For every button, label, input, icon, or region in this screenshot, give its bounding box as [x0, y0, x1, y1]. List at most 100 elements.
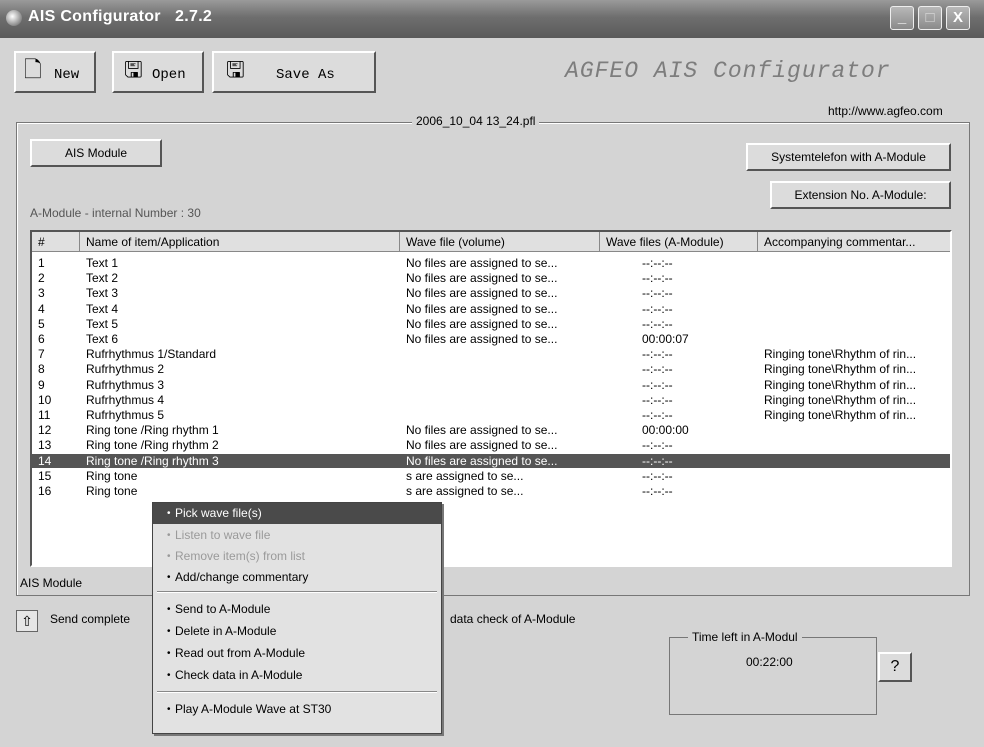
column-header-number[interactable]: # — [32, 232, 80, 252]
table-row[interactable]: 14 Ring tone /Ring rhythm 3 No files are a… — [32, 453, 950, 468]
ais-module-button[interactable]: AIS Module — [30, 139, 162, 167]
window-title: AIS Configurator 2.7.2 — [28, 8, 212, 26]
menu-item-remove-item-s-from-list: • Remove item(s) from list — [153, 546, 441, 567]
bullet-icon: • — [167, 670, 171, 681]
close-button[interactable]: X — [946, 6, 970, 30]
menu-item-label: Listen to wave file — [175, 528, 271, 542]
internal-number-label: A-Module - internal Number : 30 — [30, 206, 201, 220]
menu-item-pick-wave-file-s[interactable]: • Pick wave file(s) — [153, 503, 441, 524]
app-version: 2.7.2 — [175, 8, 213, 25]
menu-item-label: Remove item(s) from list — [175, 549, 306, 563]
cell-number: 5 — [38, 316, 45, 331]
table-row[interactable]: 10 Rufrhythmus 4 --:--:-- Ringing tone\Rhyt… — [32, 393, 950, 407]
cell-wave-file: No files are assigned to se... — [406, 316, 558, 331]
cell-wave-file: No files are assigned to se... — [406, 256, 558, 270]
cell-commentary: Ringing tone\Rhythm of rin... — [764, 408, 917, 422]
menu-item-label: Delete in A-Module — [175, 624, 277, 638]
minimize-button[interactable]: _ — [890, 6, 914, 30]
cell-wave-file: No files are assigned to se... — [406, 301, 558, 316]
brand-url[interactable]: http://www.agfeo.com — [828, 104, 943, 118]
cell-number: 1 — [38, 256, 45, 270]
data-check-label: data check of A-Module — [450, 612, 576, 626]
bullet-icon: • — [167, 604, 171, 615]
cell-wave-a-module: 00:00:07 — [642, 332, 689, 346]
column-header-wave[interactable]: Wave file (volume) — [400, 232, 600, 252]
bullet-icon: • — [167, 704, 171, 715]
cell-name: Ring tone — [86, 484, 138, 498]
table-row[interactable]: 15 Ring tone s are assigned to se... --:--:… — [32, 469, 950, 483]
menu-item-check-data-in-a-module[interactable]: • Check data in A-Module — [153, 665, 441, 686]
menu-item-add-change-commentary[interactable]: • Add/change commentary — [153, 567, 441, 588]
cell-wave-a-module: 00:00:00 — [642, 423, 689, 438]
send-upload-icon[interactable]: ⇧ — [16, 610, 38, 632]
table-row[interactable]: 3 Text 3 No files are assigned to se... --:… — [32, 286, 950, 300]
cell-number: 14 — [38, 453, 52, 468]
table-row[interactable]: 9 Rufrhythmus 3 --:--:-- Ringing tone\Rhyth… — [32, 378, 950, 392]
table-row[interactable]: 13 Ring tone /Ring rhythm 2 No files are a… — [32, 438, 950, 452]
table-row[interactable]: 8 Rufrhythmus 2 --:--:-- Ringing tone\Rhyth… — [32, 362, 950, 376]
help-button[interactable]: ? — [878, 652, 912, 682]
cell-wave-file: No files are assigned to se... — [406, 271, 558, 286]
cell-wave-a-module: --:--:-- — [642, 256, 673, 270]
table-row[interactable]: 7 Rufrhythmus 1/Standard --:--:-- Ringing t… — [32, 347, 950, 361]
cell-wave-a-module: --:--:-- — [642, 286, 673, 301]
cell-name: Text 1 — [86, 256, 119, 270]
list-header: # Name of item/Application Wave file (vo… — [32, 232, 950, 252]
cell-name: Rufrhythmus 5 — [86, 408, 165, 422]
menu-item-send-to-a-module[interactable]: • Send to A-Module — [153, 599, 441, 620]
cell-name: Ring tone /Ring rhythm 1 — [86, 423, 219, 438]
table-row[interactable]: 4 Text 4 No files are assigned to se... --:… — [32, 302, 950, 316]
cell-number: 8 — [38, 362, 45, 377]
maximize-button[interactable]: □ — [918, 6, 942, 30]
cell-number: 15 — [38, 468, 52, 483]
table-row[interactable]: 11 Rufrhythmus 5 --:--:-- Ringing tone\Rhyt… — [32, 408, 950, 422]
bullet-icon: • — [167, 530, 171, 541]
cell-number: 16 — [38, 484, 52, 498]
menu-item-read-out-from-a-module[interactable]: • Read out from A-Module — [153, 643, 441, 664]
time-left-label: Time left in A-Modul — [688, 630, 802, 644]
menu-item-play-a-module-wave-at-st30[interactable]: • Play A-Module Wave at ST30 — [153, 699, 441, 720]
table-row[interactable]: 6 Text 6 No files are assigned to se... 00:… — [32, 332, 950, 346]
cell-name: Ring tone /Ring rhythm 3 — [86, 453, 219, 468]
table-row[interactable]: 5 Text 5 No files are assigned to se... --:… — [32, 317, 950, 331]
extension-number-button[interactable]: Extension No. A-Module: — [770, 181, 951, 209]
menu-separator — [157, 591, 437, 593]
cell-name: Text 2 — [86, 271, 119, 286]
menu-item-label: Check data in A-Module — [175, 668, 303, 682]
column-header-wave-a-module[interactable]: Wave files (A-Module) — [600, 232, 758, 252]
cell-wave-file: No files are assigned to se... — [406, 438, 558, 453]
cell-wave-file: No files are assigned to se... — [406, 286, 558, 301]
cell-number: 7 — [38, 347, 45, 362]
context-menu: • Pick wave file(s) • Listen to wave file • R… — [152, 502, 442, 734]
menu-item-delete-in-a-module[interactable]: • Delete in A-Module — [153, 621, 441, 642]
menu-item-label: Play A-Module Wave at ST30 — [175, 702, 332, 716]
cell-number: 4 — [38, 301, 45, 316]
cell-wave-file: s are assigned to se... — [406, 468, 524, 483]
new-button[interactable]: 🗋 New — [14, 51, 96, 93]
cell-wave-a-module: --:--:-- — [642, 453, 673, 468]
cell-number: 10 — [38, 392, 52, 407]
cell-number: 6 — [38, 332, 45, 346]
cell-wave-a-module: --:--:-- — [642, 316, 673, 331]
table-row[interactable]: 16 Ring tone s are assigned to se... --:--:… — [32, 484, 950, 498]
column-header-name[interactable]: Name of item/Application — [80, 232, 400, 252]
table-row[interactable]: 1 Text 1 No files are assigned to se... --:… — [32, 256, 950, 270]
cell-wave-a-module: --:--:-- — [642, 408, 673, 422]
cell-wave-a-module: --:--:-- — [642, 377, 673, 392]
table-row[interactable]: 2 Text 2 No files are assigned to se... --:… — [32, 271, 950, 285]
menu-item-label: Add/change commentary — [175, 570, 309, 584]
menu-item-listen-to-wave-file: • Listen to wave file — [153, 525, 441, 546]
save-as-button[interactable]: 🖫 Save As — [212, 51, 376, 93]
new-button-label: New — [54, 67, 80, 83]
cell-wave-file: No files are assigned to se... — [406, 332, 558, 346]
open-button[interactable]: 🖫 Open — [112, 51, 204, 93]
cell-name: Ring tone — [86, 468, 138, 483]
bullet-icon: • — [167, 508, 171, 519]
title-bar: AIS Configurator 2.7.2 _ □ X — [0, 0, 984, 38]
table-row[interactable]: 12 Ring tone /Ring rhythm 1 No files are a… — [32, 423, 950, 437]
systemtelefon-button[interactable]: Systemtelefon with A-Module — [746, 143, 951, 171]
column-header-commentary[interactable]: Accompanying commentar... — [758, 232, 950, 252]
cell-commentary: Ringing tone\Rhythm of rin... — [764, 347, 917, 362]
cell-name: Text 5 — [86, 316, 119, 331]
cell-wave-a-module: --:--:-- — [642, 468, 673, 483]
